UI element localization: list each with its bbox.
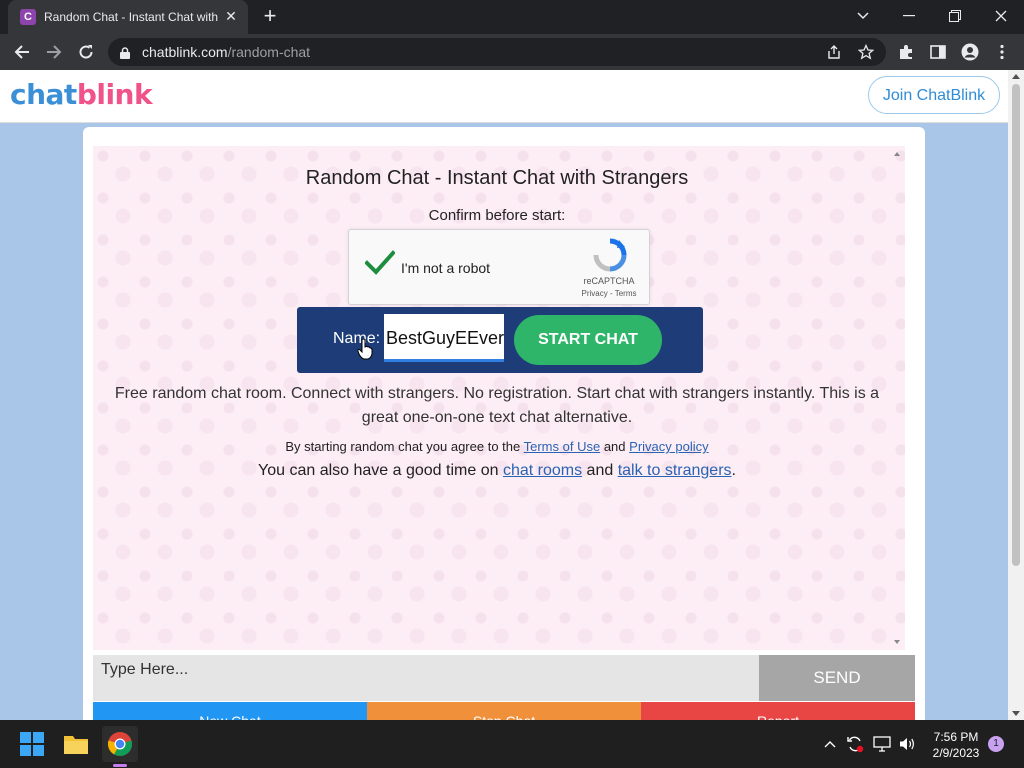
share-icon[interactable] [826, 44, 842, 60]
lock-icon[interactable] [120, 46, 130, 64]
browser-toolbar: chatblink.com/random-chat [0, 34, 1024, 70]
privacy-policy-link[interactable]: Privacy policy [629, 439, 708, 454]
bookmark-star-icon[interactable] [857, 43, 875, 60]
sync-alert-icon[interactable] [845, 734, 865, 754]
action-button-row: New Chat Stop Chat Report [93, 702, 915, 720]
site-header: chatblink Join ChatBlink [0, 70, 1008, 123]
terms-prefix: By starting random chat you agree to the [285, 439, 521, 454]
minimize-icon[interactable] [886, 0, 932, 32]
url-path: /random-chat [227, 44, 311, 60]
windows-start-icon[interactable] [14, 726, 50, 762]
profile-avatar-icon[interactable] [961, 43, 979, 61]
stop-chat-button[interactable]: Stop Chat [367, 702, 641, 720]
chat-message-area[interactable]: Random Chat - Instant Chat with Stranger… [93, 146, 905, 650]
message-input[interactable]: Type Here... [93, 655, 759, 701]
forward-arrow-icon[interactable] [42, 40, 66, 64]
windows-taskbar: 7:56 PM 2/9/2023 1 [0, 720, 1024, 768]
side-panel-icon[interactable] [929, 43, 947, 61]
chat-card: Random Chat - Instant Chat with Stranger… [83, 127, 925, 720]
also-and: and [586, 462, 614, 479]
terms-and: and [603, 439, 626, 454]
file-explorer-icon[interactable] [58, 726, 94, 762]
hand-pointer-cursor-icon [357, 338, 373, 365]
page-scroll-up-icon[interactable] [1012, 74, 1020, 79]
active-app-indicator [113, 764, 127, 767]
browser-menu-kebab-icon[interactable] [993, 43, 1011, 61]
talk-to-strangers-link[interactable]: talk to strangers [618, 462, 732, 479]
scroll-up-arrow-icon[interactable] [894, 152, 900, 156]
report-button[interactable]: Report [641, 702, 915, 720]
send-button[interactable]: SEND [759, 655, 915, 701]
volume-speaker-icon[interactable] [897, 734, 917, 754]
reload-icon[interactable] [74, 40, 98, 64]
recaptcha-logo-icon [593, 238, 627, 277]
chat-title: Random Chat - Instant Chat with Stranger… [305, 167, 689, 189]
url-text: chatblink.com/random-chat [142, 44, 310, 60]
chatblink-logo[interactable]: chatblink [10, 78, 153, 111]
message-input-row: Type Here... SEND [93, 655, 915, 701]
recaptcha-privacy-terms[interactable]: Privacy - Terms [571, 289, 647, 298]
tab-title: Random Chat - Instant Chat with [44, 10, 219, 24]
chat-rooms-link[interactable]: chat rooms [503, 462, 582, 479]
clock-time: 7:56 PM [933, 730, 979, 744]
also-prefix: You can also have a good time on [258, 462, 499, 479]
new-chat-button[interactable]: New Chat [93, 702, 367, 720]
also-line: You can also have a good time on chat ro… [93, 462, 901, 480]
browser-tab-active[interactable]: C Random Chat - Instant Chat with ✕ [8, 0, 248, 34]
logo-part-chat: chat [10, 78, 77, 111]
scroll-down-arrow-icon[interactable] [894, 640, 900, 644]
page-scroll-thumb[interactable] [1012, 84, 1020, 566]
recaptcha-label: I'm not a robot [401, 260, 491, 276]
tab-close-icon[interactable]: ✕ [222, 7, 240, 25]
address-bar[interactable]: chatblink.com/random-chat [108, 38, 886, 66]
back-arrow-icon[interactable] [10, 40, 34, 64]
close-window-icon[interactable] [978, 0, 1024, 32]
recaptcha-widget[interactable]: I'm not a robot reCAPTCHA Privacy - Term… [348, 229, 650, 305]
terms-line: By starting random chat you agree to the… [93, 439, 901, 454]
join-chatblink-button[interactable]: Join ChatBlink [868, 76, 1000, 114]
page-scrollbar[interactable] [1008, 70, 1024, 720]
also-suffix: . [731, 462, 736, 479]
taskbar-clock[interactable]: 7:56 PM 2/9/2023 [920, 729, 992, 761]
checkmark-icon[interactable] [364, 250, 396, 281]
clock-date: 2/9/2023 [932, 746, 980, 760]
notification-badge[interactable]: 1 [988, 736, 1004, 752]
recaptcha-brand: reCAPTCHA [583, 276, 635, 286]
web-page: chatblink Join ChatBlink Random Chat - I… [0, 70, 1024, 720]
extensions-puzzle-icon[interactable] [897, 43, 915, 61]
start-chat-button[interactable]: START CHAT [514, 315, 662, 365]
terms-of-use-link[interactable]: Terms of Use [524, 439, 601, 454]
description-text: Free random chat room. Connect with stra… [114, 385, 880, 426]
name-input[interactable]: BestGuyEEver [384, 314, 504, 362]
tab-search-chevron-icon[interactable] [840, 0, 886, 32]
network-icon[interactable] [872, 734, 892, 754]
new-tab-plus-icon[interactable]: + [258, 5, 282, 29]
page-scroll-down-icon[interactable] [1012, 711, 1020, 716]
browser-tab-strip: C Random Chat - Instant Chat with ✕ + [0, 0, 1024, 34]
show-hidden-icons-chevron-icon[interactable] [820, 734, 840, 754]
restore-icon[interactable] [932, 0, 978, 32]
chatblink-favicon-icon: C [20, 9, 36, 25]
chrome-taskbar-icon[interactable] [102, 726, 138, 762]
logo-part-blink: blink [76, 78, 153, 111]
confirm-label: Confirm before start: [428, 207, 566, 224]
url-domain: chatblink.com [142, 44, 228, 60]
